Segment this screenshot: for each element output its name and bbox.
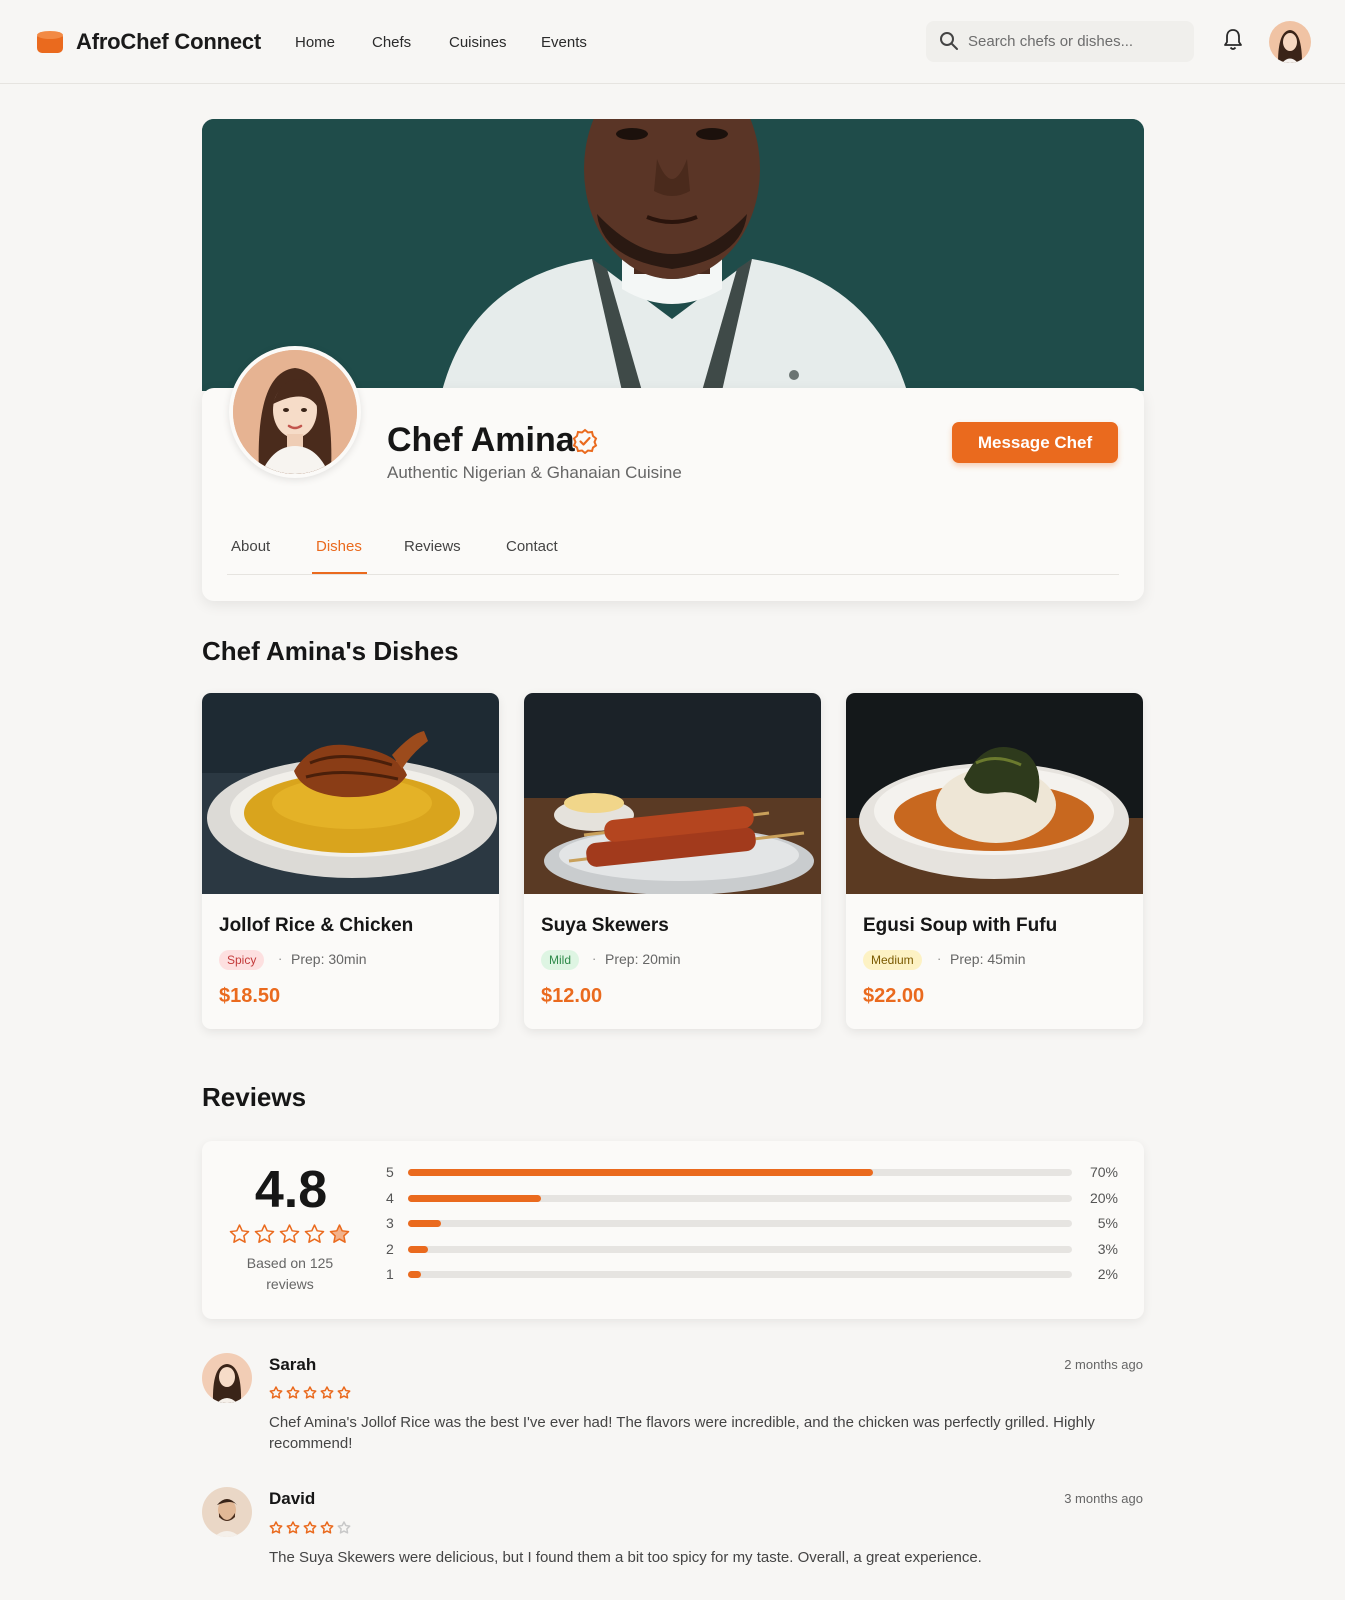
star-icon <box>279 1224 300 1243</box>
prep-time: Prep: 30min <box>291 951 367 967</box>
nav-link-home[interactable]: Home <box>295 34 335 51</box>
logo-icon[interactable] <box>37 29 63 55</box>
rating-bar-label: 2 <box>386 1240 394 1257</box>
chef-name: Chef Amina <box>387 421 575 459</box>
review-count: Based on 125 reviews <box>246 1255 334 1292</box>
search-input[interactable] <box>968 21 1188 62</box>
star-icon <box>320 1521 334 1534</box>
rating-bar-label: 5 <box>386 1164 394 1180</box>
tab-about[interactable]: About <box>231 538 270 555</box>
rating-bar-track <box>408 1271 1072 1278</box>
rating-bar-label: 1 <box>386 1266 394 1282</box>
average-star-rating <box>229 1224 350 1243</box>
rating-bar-percent: 20% <box>1089 1189 1118 1206</box>
star-icon <box>304 1224 325 1243</box>
search-icon <box>940 32 958 50</box>
rating-bar-track <box>408 1220 1072 1227</box>
reviewer-name: David <box>269 1489 316 1508</box>
dish-image-egusi <box>846 693 1143 894</box>
rating-bar-fill <box>408 1271 422 1278</box>
rating-bar-label: 4 <box>386 1189 394 1206</box>
star-icon <box>269 1521 283 1534</box>
spice-level-badge: Medium <box>863 950 922 970</box>
review-star-rating <box>269 1521 351 1534</box>
dish-image-suya <box>524 693 821 894</box>
star-icon <box>337 1521 351 1534</box>
rating-bar-fill <box>408 1220 442 1227</box>
tab-contact[interactable]: Contact <box>506 538 558 555</box>
star-icon <box>254 1224 275 1243</box>
rating-bar-fill <box>408 1245 428 1253</box>
average-rating: 4.8 <box>254 1161 328 1219</box>
dish-price: $12.00 <box>541 985 603 1007</box>
review-star-rating <box>269 1386 351 1399</box>
prep-time: Prep: 20min <box>605 951 681 967</box>
rating-bar-label: 3 <box>386 1215 394 1231</box>
star-icon <box>269 1386 283 1399</box>
hero-banner-image <box>202 119 1144 391</box>
dish-card[interactable]: Suya Skewers Mild · Prep: 20min $12.00 <box>524 693 821 1029</box>
top-navbar: AfroChef Connect Home Chefs Cuisines Eve… <box>0 0 1345 84</box>
reviewer-name: Sarah <box>269 1355 317 1374</box>
chef-avatar <box>229 346 361 478</box>
rating-bar-track <box>408 1169 1072 1176</box>
spice-level-badge: Spicy <box>219 950 265 970</box>
tabs-divider <box>227 574 1119 575</box>
star-icon <box>286 1521 300 1534</box>
rating-bar-fill <box>408 1169 873 1176</box>
rating-bar-track <box>408 1245 1072 1253</box>
review-text: The Suya Skewers were delicious, but I f… <box>269 1549 982 1566</box>
reviewer-avatar <box>202 1353 252 1403</box>
rating-bar-track <box>408 1194 1072 1202</box>
dish-name: Suya Skewers <box>541 915 669 936</box>
review-time: 2 months ago <box>1064 1357 1143 1372</box>
rating-bar-percent: 3% <box>1097 1240 1118 1257</box>
reviewer-avatar <box>202 1487 252 1537</box>
star-icon <box>329 1224 350 1243</box>
separator-dot: · <box>937 951 942 966</box>
dish-card[interactable]: Jollof Rice & Chicken Spicy · Prep: 30mi… <box>202 693 499 1029</box>
star-icon <box>286 1386 300 1399</box>
star-icon <box>320 1386 334 1399</box>
brand-name[interactable]: AfroChef Connect <box>76 29 261 55</box>
dish-name: Egusi Soup with Fufu <box>863 915 1058 936</box>
reviews-section-title: Reviews <box>202 1082 307 1112</box>
star-icon <box>337 1386 351 1399</box>
star-icon <box>303 1386 317 1399</box>
separator-dot: · <box>278 951 283 966</box>
verified-badge-icon <box>572 428 598 454</box>
dish-card[interactable]: Egusi Soup with Fufu Medium · Prep: 45mi… <box>846 693 1143 1029</box>
separator-dot: · <box>592 951 597 966</box>
nav-link-cuisines[interactable]: Cuisines <box>449 34 507 51</box>
rating-bar-fill <box>408 1194 541 1202</box>
chef-subtitle: Authentic Nigerian & Ghanaian Cuisine <box>387 463 682 482</box>
dish-image-jollof <box>202 693 499 894</box>
tab-reviews[interactable]: Reviews <box>404 538 461 555</box>
review-time: 3 months ago <box>1064 1491 1143 1506</box>
dish-price: $18.50 <box>219 985 281 1007</box>
dish-name: Jollof Rice & Chicken <box>219 915 414 936</box>
nav-link-chefs[interactable]: Chefs <box>372 34 411 51</box>
active-tab-indicator <box>312 572 367 574</box>
spice-level-badge: Mild <box>541 950 580 970</box>
user-avatar[interactable] <box>1269 21 1311 63</box>
message-chef-button[interactable]: Message Chef <box>952 422 1118 463</box>
search-bar[interactable] <box>926 21 1194 62</box>
star-icon <box>229 1224 250 1243</box>
rating-bar-percent: 70% <box>1089 1164 1118 1180</box>
dish-price: $22.00 <box>863 985 925 1007</box>
nav-link-events[interactable]: Events <box>541 34 587 51</box>
tab-dishes[interactable]: Dishes <box>316 538 362 555</box>
prep-time: Prep: 45min <box>950 951 1026 967</box>
rating-bar-percent: 2% <box>1097 1266 1118 1282</box>
dishes-section-title: Chef Amina's Dishes <box>202 636 459 666</box>
rating-bar-percent: 5% <box>1097 1215 1118 1231</box>
bell-icon[interactable] <box>1222 28 1244 52</box>
review-text: Chef Amina's Jollof Rice was the best I'… <box>269 1414 1095 1452</box>
star-icon <box>303 1521 317 1534</box>
